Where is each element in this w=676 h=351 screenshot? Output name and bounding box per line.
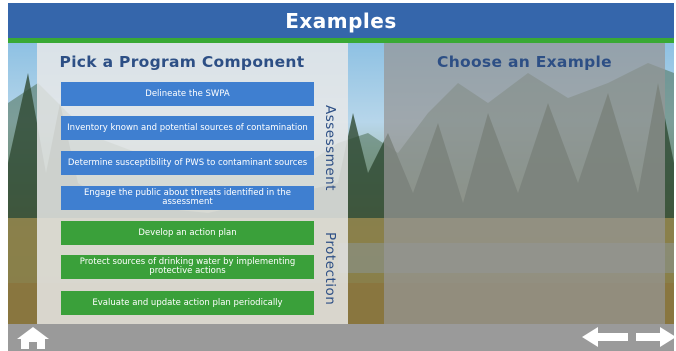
example-panel: Choose an Example bbox=[384, 43, 665, 326]
component-determine-susceptibility[interactable]: Determine susceptibility of PWS to conta… bbox=[61, 151, 314, 175]
choose-example-title: Choose an Example bbox=[437, 53, 612, 71]
component-inventory-sources[interactable]: Inventory known and potential sources of… bbox=[61, 116, 314, 140]
component-protect-sources[interactable]: Protect sources of drinking water by imp… bbox=[61, 255, 314, 279]
component-develop-action-plan[interactable]: Develop an action plan bbox=[61, 221, 314, 245]
component-engage-public[interactable]: Engage the public about threats identifi… bbox=[61, 186, 314, 210]
footer-bar bbox=[8, 324, 674, 351]
left-arrow-icon[interactable] bbox=[582, 327, 628, 347]
pick-component-title: Pick a Program Component bbox=[59, 53, 305, 71]
home-icon[interactable] bbox=[16, 326, 50, 350]
right-arrow-icon[interactable] bbox=[636, 327, 676, 347]
component-evaluate-update-plan[interactable]: Evaluate and update action plan periodic… bbox=[61, 291, 314, 315]
examples-screen: Examples Pick a Program Component Deline… bbox=[0, 0, 676, 351]
component-delineate-swpa[interactable]: Delineate the SWPA bbox=[61, 82, 314, 106]
page-title: Examples bbox=[285, 8, 397, 33]
protection-group-label: Protection bbox=[322, 232, 338, 306]
assessment-group-label: Assessment bbox=[322, 105, 338, 191]
program-component-panel: Pick a Program Component Delineate the S… bbox=[37, 43, 348, 326]
header-bar: Examples bbox=[8, 3, 674, 38]
